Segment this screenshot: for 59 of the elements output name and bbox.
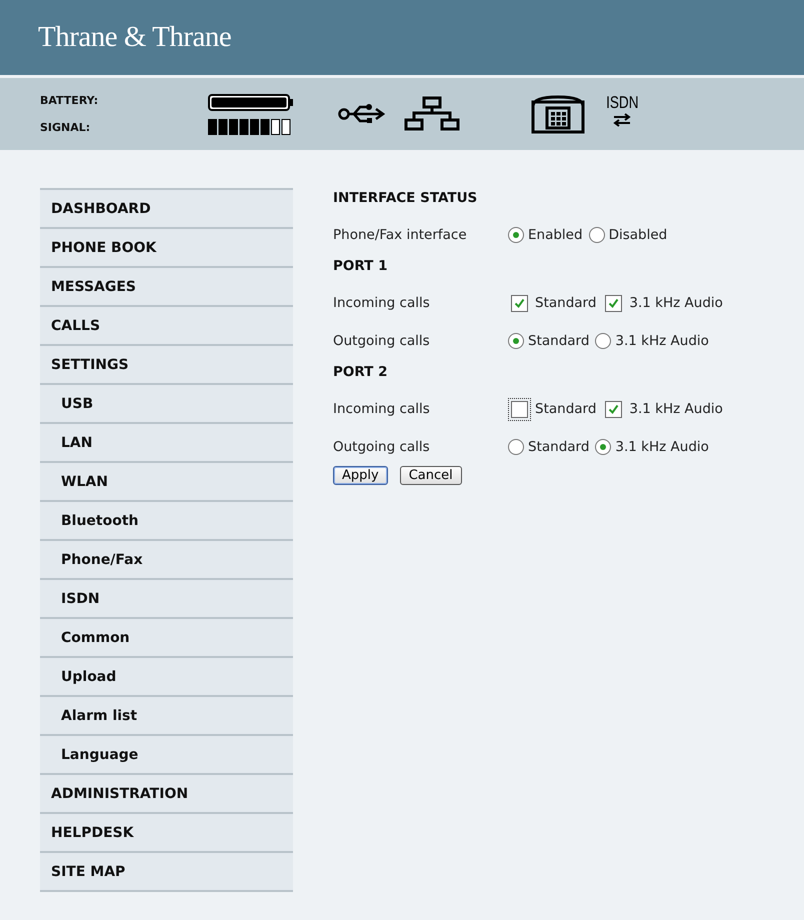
section-title: PORT 1 bbox=[333, 258, 388, 276]
radio-button[interactable] bbox=[588, 227, 605, 243]
field-label: Outgoing calls bbox=[333, 333, 431, 349]
radio-button[interactable] bbox=[595, 333, 612, 349]
option-label: 3.1 kHz Audio bbox=[629, 295, 723, 311]
field-label: Incoming calls bbox=[333, 401, 431, 417]
option-label: 3.1 kHz Audio bbox=[615, 333, 709, 349]
sidebar-item[interactable]: Phone/Fax bbox=[40, 541, 293, 580]
battery-label: BATTERY: bbox=[40, 94, 100, 107]
option-label: Enabled bbox=[528, 227, 583, 243]
sidebar-item[interactable]: ADMINISTRATION bbox=[40, 775, 293, 814]
sidebar-item[interactable]: HELPDESK bbox=[40, 814, 293, 853]
sidebar-item[interactable]: CALLS bbox=[40, 307, 293, 346]
sidebar-item[interactable]: PHONE BOOK bbox=[40, 229, 293, 268]
network-icon bbox=[404, 96, 460, 132]
check-icon bbox=[514, 298, 525, 308]
sidebar-item[interactable]: DASHBOARD bbox=[40, 190, 293, 229]
phone-icon bbox=[530, 94, 586, 134]
radio-button[interactable] bbox=[508, 227, 524, 243]
sidebar-item[interactable]: Common bbox=[40, 619, 293, 658]
section-title: INTERFACE STATUS bbox=[333, 190, 478, 208]
sidebar-item[interactable]: Bluetooth bbox=[40, 502, 293, 541]
sidebar-item[interactable]: MESSAGES bbox=[40, 268, 293, 307]
checkbox[interactable] bbox=[605, 400, 622, 418]
radio-button[interactable] bbox=[595, 439, 612, 455]
sidebar-item[interactable]: Alarm list bbox=[40, 697, 293, 736]
sidebar-item[interactable]: Language bbox=[40, 736, 293, 775]
checkbox[interactable] bbox=[511, 294, 528, 312]
field-label: Phone/Fax interface bbox=[333, 227, 468, 243]
radio-button[interactable] bbox=[508, 439, 524, 455]
cancel-button[interactable]: Cancel bbox=[400, 466, 462, 485]
sidebar-item[interactable]: LAN bbox=[40, 424, 293, 463]
sidebar-item[interactable]: WLAN bbox=[40, 463, 293, 502]
checkbox[interactable] bbox=[605, 294, 622, 312]
sidebar-item[interactable]: SETTINGS bbox=[40, 346, 293, 385]
check-icon bbox=[608, 404, 620, 414]
section-title: PORT 2 bbox=[333, 364, 388, 382]
sidebar-item[interactable]: SITE MAP bbox=[40, 853, 293, 892]
isdn-label: ISDN bbox=[606, 93, 639, 113]
option-label: 3.1 kHz Audio bbox=[629, 401, 723, 417]
usb-icon bbox=[338, 103, 386, 125]
option-label: Standard bbox=[535, 401, 596, 417]
logo: Thrane & Thrane bbox=[38, 21, 232, 54]
battery-icon bbox=[208, 94, 294, 110]
sidebar-item[interactable]: USB bbox=[40, 385, 293, 424]
check-icon bbox=[608, 298, 620, 308]
field-label: Incoming calls bbox=[333, 295, 431, 311]
option-label: Standard bbox=[528, 333, 590, 349]
apply-button[interactable]: Apply bbox=[333, 466, 388, 485]
signal-label: SIGNAL: bbox=[40, 121, 92, 134]
swap-arrows-icon bbox=[612, 113, 632, 127]
option-label: Standard bbox=[535, 295, 596, 311]
sidebar-item[interactable]: Upload bbox=[40, 658, 293, 697]
sidebar-item[interactable]: ISDN bbox=[40, 580, 293, 619]
option-label: Standard bbox=[528, 439, 590, 455]
option-label: 3.1 kHz Audio bbox=[615, 439, 709, 455]
option-label: Disabled bbox=[608, 227, 668, 243]
radio-button[interactable] bbox=[508, 333, 524, 349]
field-label: Outgoing calls bbox=[333, 439, 431, 455]
